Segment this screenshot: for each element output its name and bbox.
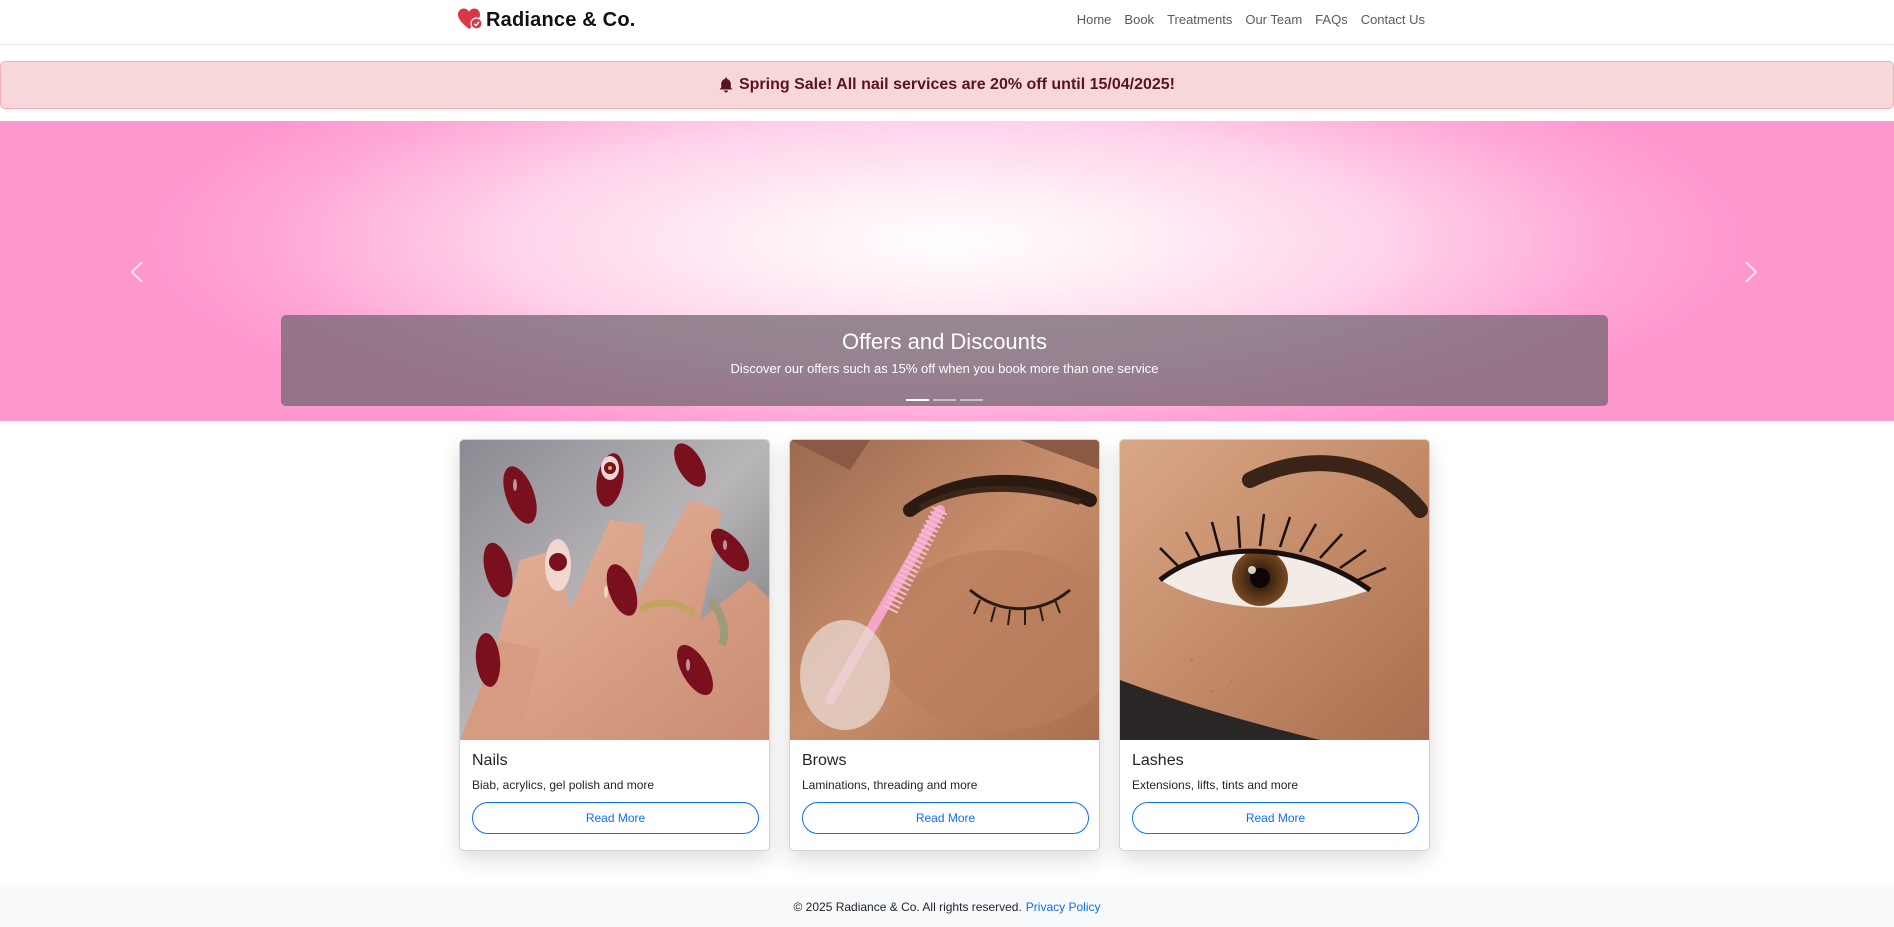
nav-item-our-team[interactable]: Our Team <box>1245 12 1302 27</box>
heart-icon <box>458 8 484 32</box>
privacy-policy-link[interactable]: Privacy Policy <box>1026 900 1101 914</box>
nav-item-book[interactable]: Book <box>1124 12 1154 27</box>
nav-item-faqs[interactable]: FAQs <box>1315 12 1348 27</box>
offers-carousel: Offers and Discounts Discover our offers… <box>0 121 1894 421</box>
carousel-next-icon[interactable] <box>1740 261 1760 283</box>
nav-links: Home Book Treatments Our Team FAQs Conta… <box>1077 12 1425 27</box>
alert-text: Spring Sale! All nail services are 20% o… <box>738 76 1176 93</box>
carousel-caption: Offers and Discounts Discover our offers… <box>281 315 1608 406</box>
card-brows: Brows Laminations, threading and more Re… <box>789 439 1100 851</box>
card-text: Extensions, lifts, tints and more <box>1132 778 1299 792</box>
bell-icon <box>719 77 733 93</box>
carousel-prev-icon[interactable] <box>128 261 148 283</box>
brows-image <box>790 440 1099 740</box>
card-title: Lashes <box>1132 752 1184 769</box>
card-text: Laminations, threading and more <box>802 778 978 792</box>
carousel-indicator-1[interactable] <box>906 399 929 401</box>
card-title: Nails <box>472 752 508 769</box>
nav-item-home[interactable]: Home <box>1077 12 1112 27</box>
carousel-indicator-3[interactable] <box>960 399 983 401</box>
card-title: Brows <box>802 752 847 769</box>
read-more-button[interactable]: Read More <box>1132 802 1419 834</box>
card-text: Biab, acrylics, gel polish and more <box>472 778 655 792</box>
read-more-button[interactable]: Read More <box>472 802 759 834</box>
copyright-text: © 2025 Radiance & Co. All rights reserve… <box>793 900 1022 914</box>
carousel-indicators <box>906 399 983 401</box>
nails-image <box>460 440 769 740</box>
footer: © 2025 Radiance & Co. All rights reserve… <box>0 887 1894 927</box>
caption-text: Discover our offers such as 15% off when… <box>730 361 1159 376</box>
lashes-image <box>1120 440 1429 740</box>
card-lashes: Lashes Extensions, lifts, tints and more… <box>1119 439 1430 851</box>
nav-item-contact-us[interactable]: Contact Us <box>1361 12 1425 27</box>
read-more-button[interactable]: Read More <box>802 802 1089 834</box>
card-nails: Nails Biab, acrylics, gel polish and mor… <box>459 439 770 851</box>
nav-item-treatments[interactable]: Treatments <box>1167 12 1232 27</box>
caption-title: Offers and Discounts <box>841 329 1048 354</box>
sale-alert: Spring Sale! All nail services are 20% o… <box>0 61 1894 109</box>
carousel-indicator-2[interactable] <box>933 399 956 401</box>
brand-name: Radiance & Co. <box>486 8 636 31</box>
brand-link[interactable]: Radiance & Co. <box>458 8 636 32</box>
navbar: Radiance & Co. Home Book Treatments Our … <box>0 0 1894 45</box>
